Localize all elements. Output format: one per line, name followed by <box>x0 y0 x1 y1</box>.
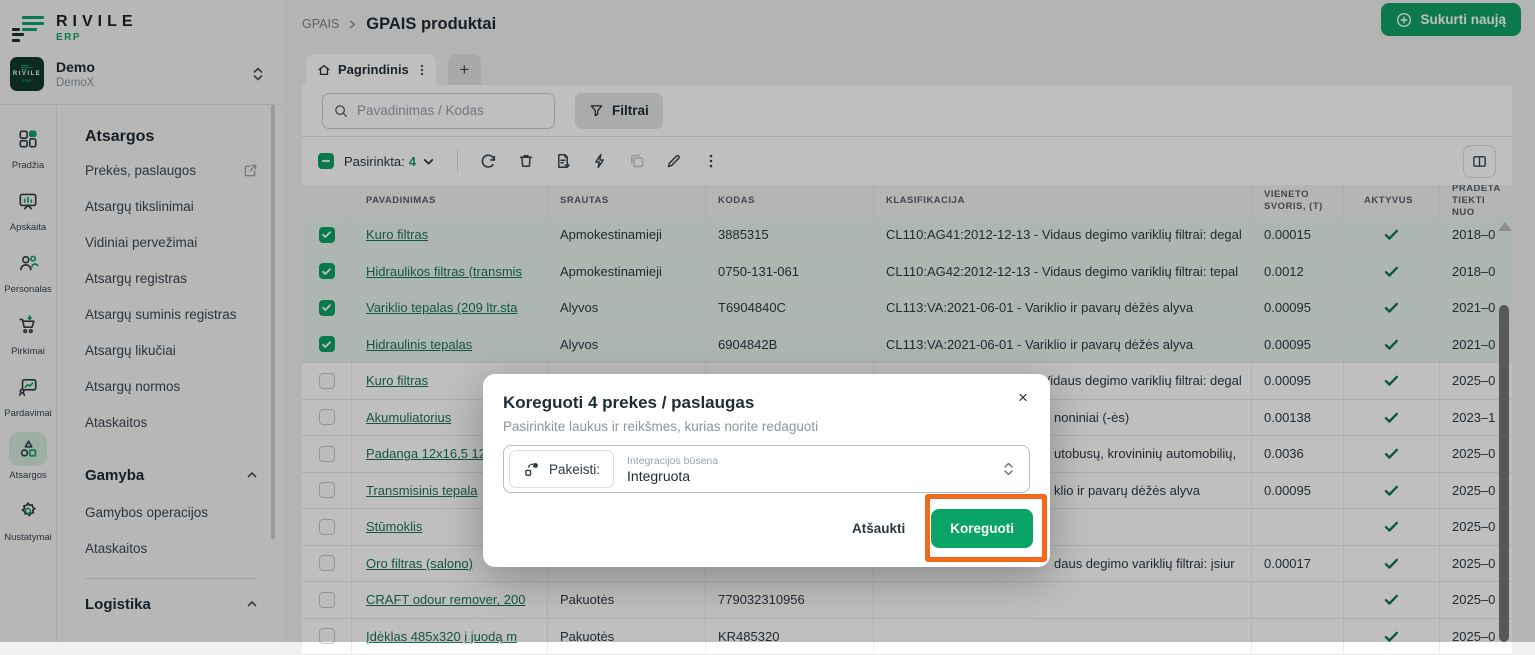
field-label: Integracijos būsena <box>627 455 1002 467</box>
edit-field-row[interactable]: Pakeisti: Integracijos būsena Integruota <box>503 445 1030 493</box>
cancel-button[interactable]: Atšaukti <box>852 521 905 536</box>
submit-koreguoti-button[interactable]: Koreguoti <box>931 509 1033 548</box>
replace-arrows-icon <box>523 461 540 478</box>
field-value: Integruota <box>627 468 1002 484</box>
close-icon[interactable]: × <box>1012 387 1034 409</box>
modal-subtitle: Pasirinkite laukus ir reikšmes, kurias n… <box>503 419 1030 434</box>
modal-title: Koreguoti 4 prekes / paslaugas <box>503 393 1030 413</box>
chip-label: Pakeisti: <box>549 462 600 477</box>
field-action-chip[interactable]: Pakeisti: <box>509 450 614 488</box>
bulk-edit-modal: Koreguoti 4 prekes / paslaugas × Pasirin… <box>483 374 1050 567</box>
up-down-chevrons-icon <box>1002 460 1015 478</box>
